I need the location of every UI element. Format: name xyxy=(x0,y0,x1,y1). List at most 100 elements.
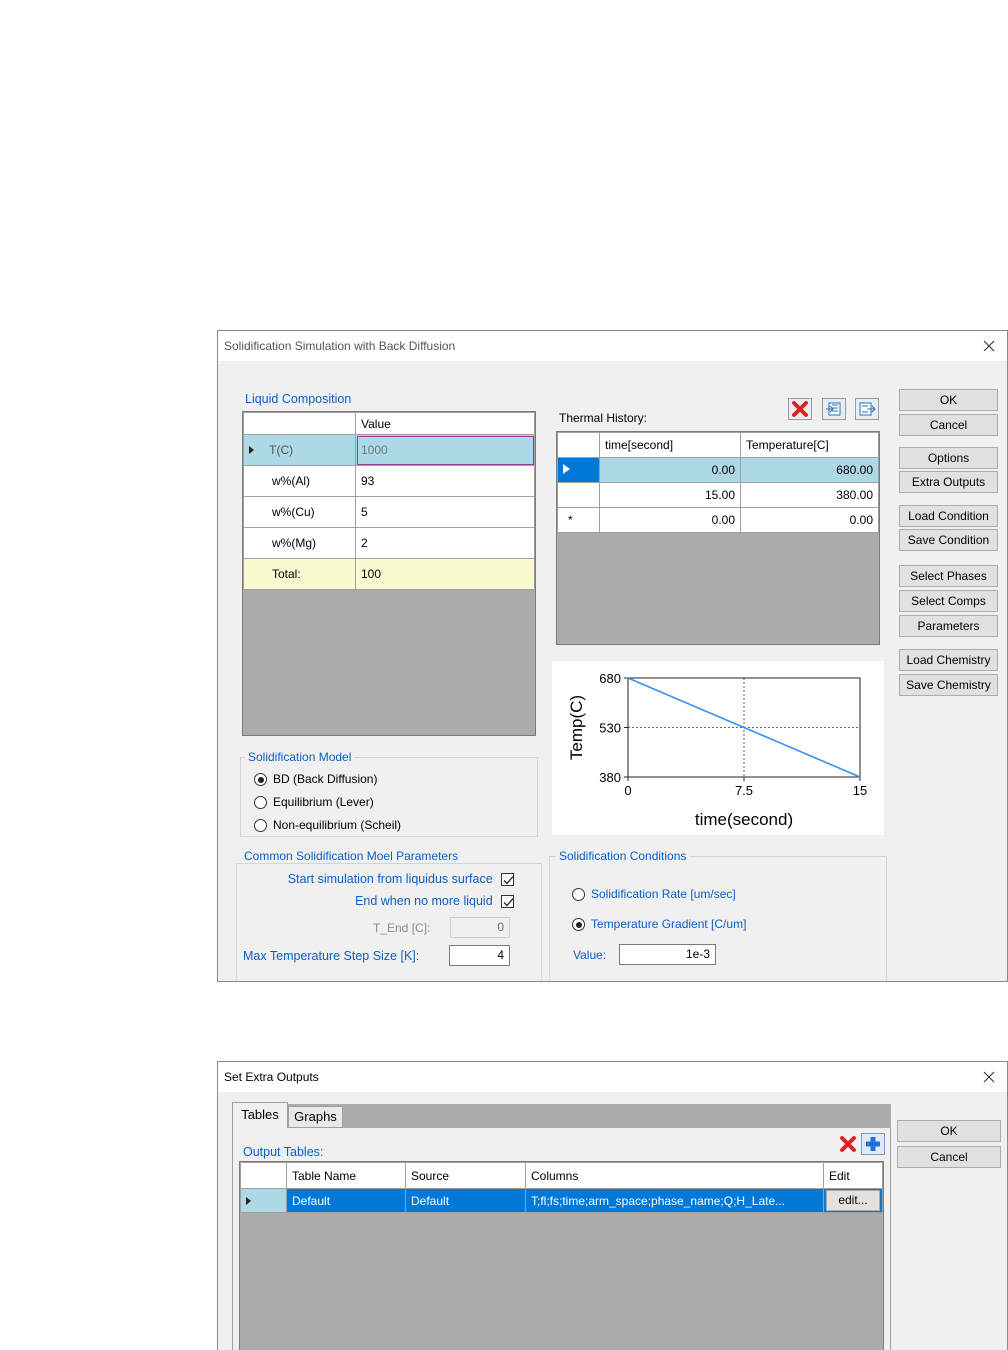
condition-value-input[interactable]: 1e-3 xyxy=(619,944,716,965)
options-button[interactable]: Options xyxy=(899,447,998,469)
parameters-button[interactable]: Parameters xyxy=(899,615,998,637)
output-tables-grid[interactable]: Table Name Source Columns Edit Default D… xyxy=(239,1161,884,1350)
y-tick-label: 530 xyxy=(599,721,621,736)
radio-equilibrium[interactable]: Equilibrium (Lever) xyxy=(254,795,374,810)
row-pointer-icon xyxy=(563,464,570,474)
x-tick-label: 7.5 xyxy=(735,783,753,798)
row-pointer-icon xyxy=(249,446,254,454)
x-tick-label: 0 xyxy=(624,783,631,798)
comp-name: w%(Mg) xyxy=(243,527,356,559)
export-icon xyxy=(859,402,876,416)
table-row[interactable]: w%(Al) 93 xyxy=(243,465,535,497)
check-icon xyxy=(503,898,514,907)
table-row[interactable]: * 0.00 0.00 xyxy=(557,507,879,533)
close-icon[interactable] xyxy=(981,1069,997,1085)
start-liquidus-checkbox[interactable] xyxy=(501,873,514,887)
table-row[interactable]: w%(Cu) 5 xyxy=(243,496,535,528)
solidification-model-label: Solidification Model xyxy=(245,750,355,764)
thermal-history-chart: 0 7.5 15 680 530 380 time(second) Temp(C) xyxy=(552,661,884,835)
radio-bd[interactable]: BD (Back Diffusion) xyxy=(254,772,378,787)
delete-icon xyxy=(840,1136,856,1152)
delete-row-button[interactable] xyxy=(788,398,812,420)
output-header-row: Table Name Source Columns Edit xyxy=(240,1162,883,1189)
composition-grid[interactable]: Value T(C) 1000 w%(Al) 93 w%(Cu) 5 w%(Mg… xyxy=(242,411,536,736)
time-cell[interactable]: 15.00 xyxy=(599,482,741,508)
x-axis-label: time(second) xyxy=(695,810,793,829)
save-condition-button[interactable]: Save Condition xyxy=(899,529,998,551)
end-no-liquid-checkbox[interactable] xyxy=(501,895,514,909)
import-icon xyxy=(826,402,841,416)
load-chemistry-button[interactable]: Load Chemistry xyxy=(899,649,998,671)
temperature-cell[interactable]: 380.00 xyxy=(740,482,879,508)
radio-icon xyxy=(254,819,267,833)
comp-value-cell[interactable]: 2 xyxy=(355,527,535,559)
radio-rate[interactable]: Solidification Rate [um/sec] xyxy=(572,887,736,902)
max-step-input[interactable]: 4 xyxy=(449,945,510,966)
tab-tables[interactable]: Tables xyxy=(232,1102,288,1129)
check-icon xyxy=(503,876,514,885)
time-cell[interactable]: 0.00 xyxy=(599,457,741,483)
end-no-liquid-label: End when no more liquid xyxy=(355,894,493,908)
select-phases-button[interactable]: Select Phases xyxy=(899,565,998,587)
total-label: Total: xyxy=(243,558,356,590)
time-cell[interactable]: 0.00 xyxy=(599,507,741,533)
start-liquidus-option[interactable]: Start simulation from liquidus surface xyxy=(262,872,514,887)
add-table-button[interactable] xyxy=(861,1133,885,1155)
temperature-cell[interactable]: 680.00 xyxy=(740,457,879,483)
t-end-label: T_End [C]: xyxy=(373,921,431,935)
table-row[interactable]: T(C) 1000 xyxy=(243,434,535,466)
value-column-header: Value xyxy=(355,412,535,435)
solidification-conditions-label: Solidification Conditions xyxy=(556,849,690,863)
y-tick-label: 380 xyxy=(599,770,621,785)
save-chemistry-button[interactable]: Save Chemistry xyxy=(899,674,998,696)
liquid-composition-label: Liquid Composition xyxy=(245,392,352,406)
table-row[interactable]: Default Default T;fl;fs;time;arm_space;p… xyxy=(240,1188,883,1213)
ok-button[interactable]: OK xyxy=(899,389,998,411)
table-row[interactable]: 15.00 380.00 xyxy=(557,482,879,508)
output-tables-label: Output Tables: xyxy=(243,1145,324,1159)
cancel-button[interactable]: Cancel xyxy=(897,1146,1001,1168)
add-icon xyxy=(866,1137,880,1151)
radio-icon xyxy=(572,888,585,902)
radio-rate-label: Solidification Rate [um/sec] xyxy=(591,887,736,901)
dialog-title: Solidification Simulation with Back Diff… xyxy=(224,339,456,353)
radio-gradient[interactable]: Temperature Gradient [C/um] xyxy=(572,917,746,932)
cancel-button[interactable]: Cancel xyxy=(899,414,998,436)
table-name-header: Table Name xyxy=(286,1162,406,1189)
comp-name: w%(Al) xyxy=(243,465,356,497)
tab-graphs[interactable]: Graphs xyxy=(288,1106,343,1128)
import-button[interactable] xyxy=(822,398,846,420)
columns-cell[interactable]: T;fl;fs;time;arm_space;phase_name;Q;H_La… xyxy=(525,1188,824,1213)
export-button[interactable] xyxy=(855,398,879,420)
load-condition-button[interactable]: Load Condition xyxy=(899,505,998,527)
end-no-liquid-option[interactable]: End when no more liquid xyxy=(262,894,514,909)
table-row[interactable]: 0.00 680.00 xyxy=(557,457,879,483)
thermal-history-grid[interactable]: time[second] Temperature[C] 0.00 680.00 … xyxy=(556,431,880,645)
t-end-input[interactable]: 0 xyxy=(450,917,510,938)
table-name-cell[interactable]: Default xyxy=(286,1188,406,1213)
ok-button[interactable]: OK xyxy=(897,1120,1001,1142)
source-cell[interactable]: Default xyxy=(405,1188,526,1213)
temperature-cell[interactable]: 0.00 xyxy=(740,507,879,533)
radio-scheil[interactable]: Non-equilibrium (Scheil) xyxy=(254,818,402,833)
extra-outputs-button[interactable]: Extra Outputs xyxy=(899,471,998,493)
radio-bd-label: BD (Back Diffusion) xyxy=(273,772,378,786)
title-bar: Solidification Simulation with Back Diff… xyxy=(218,331,1007,361)
close-icon[interactable] xyxy=(981,338,997,354)
delete-table-button[interactable] xyxy=(837,1133,859,1155)
source-header: Source xyxy=(405,1162,526,1189)
thermal-history-label: Thermal History: xyxy=(559,411,648,425)
total-row: Total: 100 xyxy=(243,558,535,590)
comp-value-cell[interactable]: 93 xyxy=(355,465,535,497)
select-comps-button[interactable]: Select Comps xyxy=(899,590,998,612)
common-parameters-label: Common Solidification Moel Parameters xyxy=(241,849,462,863)
comp-value-cell[interactable]: 5 xyxy=(355,496,535,528)
edit-header: Edit xyxy=(823,1162,883,1189)
comp-value-cell[interactable]: 1000 xyxy=(355,434,535,466)
table-row[interactable]: w%(Mg) 2 xyxy=(243,527,535,559)
edit-button[interactable]: edit... xyxy=(826,1190,880,1211)
radio-scheil-label: Non-equilibrium (Scheil) xyxy=(273,818,402,832)
radio-selected-icon xyxy=(254,773,267,787)
tab-tables-label: Tables xyxy=(241,1107,279,1122)
radio-selected-icon xyxy=(572,918,585,932)
